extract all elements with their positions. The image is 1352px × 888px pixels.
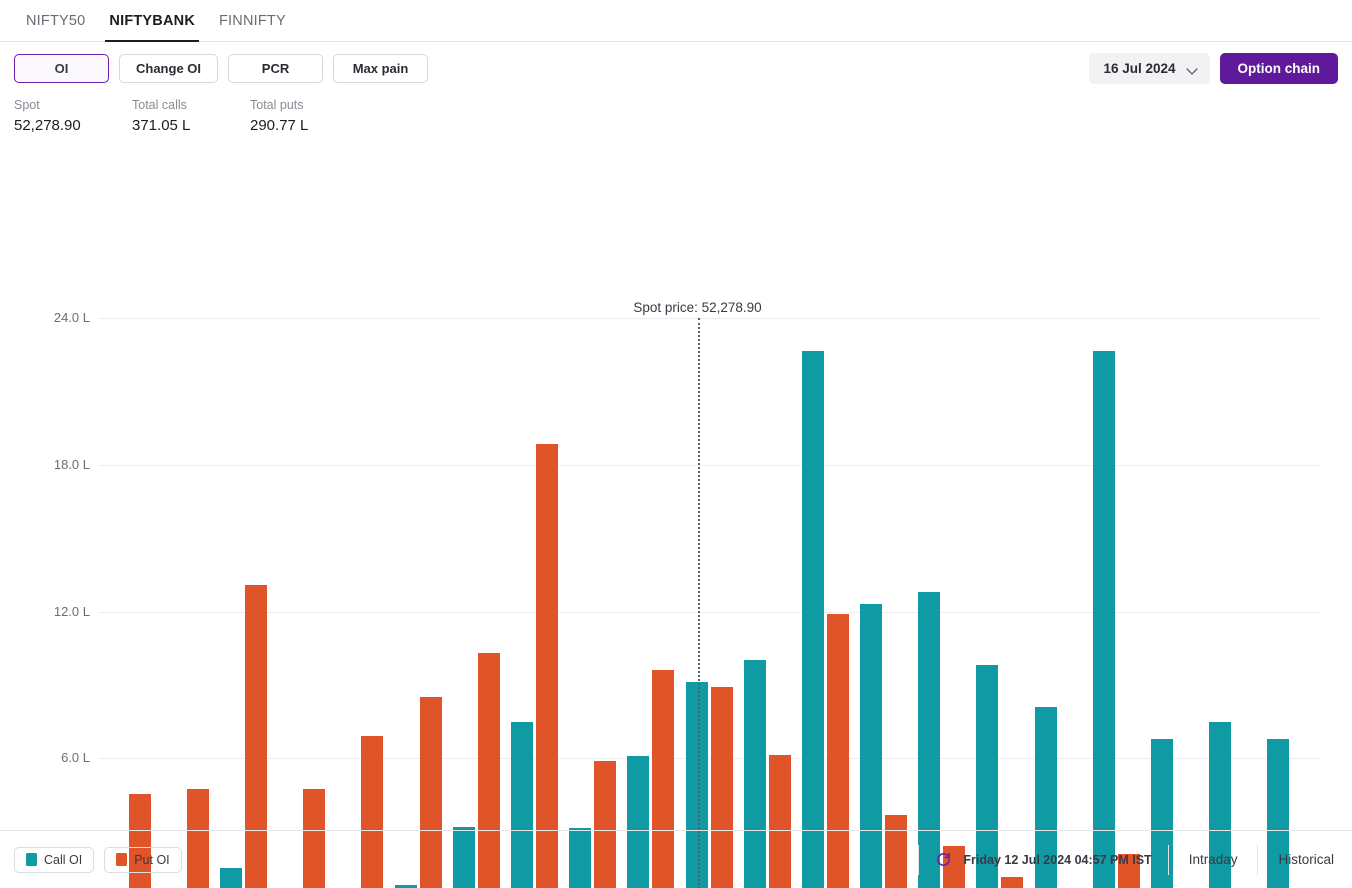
footer-link-label: Intraday [1188, 852, 1238, 867]
call-oi-bar[interactable] [1092, 351, 1115, 888]
stat-value: 52,278.90 [14, 117, 81, 134]
gridline [98, 758, 1320, 760]
stat-label: Total calls [132, 98, 187, 112]
gridline [98, 611, 1320, 613]
metric-button-label: Max pain [352, 60, 409, 76]
put-oi-color-swatch [116, 853, 128, 866]
tab-label: FINNIFTY [219, 12, 286, 29]
stat-total-calls: Total calls 371.05 L [132, 96, 250, 137]
chart-toolbar: OI Change OI PCR Max pain 16 Jul 2024 Op… [0, 42, 1352, 94]
stat-label: Total puts [250, 98, 304, 112]
metric-button-pcr[interactable]: PCR [228, 53, 324, 83]
metric-button-label: Change OI [136, 60, 202, 76]
legend-label: Call OI [44, 852, 83, 867]
footer-divider [918, 844, 920, 875]
summary-stats: Spot 52,278.90 Total calls 371.05 L Tota… [0, 96, 1352, 137]
chevron-down-icon [1188, 65, 1199, 72]
stat-total-puts: Total puts 290.77 L [250, 96, 368, 137]
stat-value: 371.05 L [132, 117, 191, 134]
footer-status: Friday 12 Jul 2024 04:57 PM IST [935, 845, 1152, 875]
call-oi-color-swatch [26, 853, 37, 866]
metric-button-oi[interactable]: OI [14, 53, 109, 83]
index-tabs: NIFTY50 NIFTYBANK FINNIFTY [0, 0, 1352, 42]
tab-label: NIFTYBANK [109, 12, 195, 29]
y-axis-tick-label: 24.0 L [53, 310, 90, 325]
stat-value: 290.77 L [250, 117, 309, 134]
expiry-date-select[interactable]: 16 Jul 2024 [1089, 52, 1210, 84]
put-oi-bar[interactable] [535, 443, 558, 888]
metric-button-label: PCR [261, 60, 290, 76]
option-chain-button[interactable]: Option chain [1219, 52, 1338, 84]
tab-nifty50[interactable]: NIFTY50 [14, 0, 97, 41]
expiry-date-value: 16 Jul 2024 [1103, 60, 1176, 76]
metric-button-change-oi[interactable]: Change OI [119, 53, 219, 83]
tab-niftybank[interactable]: NIFTYBANK [97, 0, 207, 42]
spot-price-line [697, 318, 700, 888]
legend-put-oi[interactable]: Put OI [104, 846, 182, 873]
refresh-icon[interactable] [935, 851, 952, 868]
metric-button-max-pain[interactable]: Max pain [333, 53, 429, 83]
oi-bar-chart: 06.0 L12.0 L18.0 L24.0 L51,30051,40051,5… [0, 145, 1352, 888]
stat-spot: Spot 52,278.90 [14, 96, 132, 137]
footer-divider [1257, 844, 1259, 875]
last-updated-timestamp: Friday 12 Jul 2024 04:57 PM IST [963, 852, 1152, 867]
stat-label: Spot [14, 98, 40, 112]
y-axis-tick-label: 12.0 L [53, 603, 90, 619]
gridline [98, 464, 1320, 466]
footer-link-label: Historical [1278, 852, 1334, 867]
footer-divider [1167, 844, 1169, 875]
y-axis-tick-label: 6.0 L [61, 750, 90, 766]
call-oi-bar[interactable] [801, 351, 824, 888]
spot-price-annotation: Spot price: 52,278.90 [633, 300, 762, 315]
gridline [98, 318, 1320, 319]
metric-button-label: OI [54, 60, 69, 76]
tab-label: NIFTY50 [26, 12, 86, 29]
footer-link-historical[interactable]: Historical [1274, 852, 1338, 867]
legend-call-oi[interactable]: Call OI [14, 846, 95, 873]
tab-finnifty[interactable]: FINNIFTY [207, 0, 298, 41]
legend-label: Put OI [134, 852, 170, 867]
y-axis-tick-label: 18.0 L [53, 456, 90, 472]
footer-link-intraday[interactable]: Intraday [1185, 852, 1242, 867]
chart-footer: Call OI Put OI Friday 12 Jul 2024 04:57 … [0, 830, 1352, 888]
option-chain-label: Option chain [1237, 60, 1321, 76]
